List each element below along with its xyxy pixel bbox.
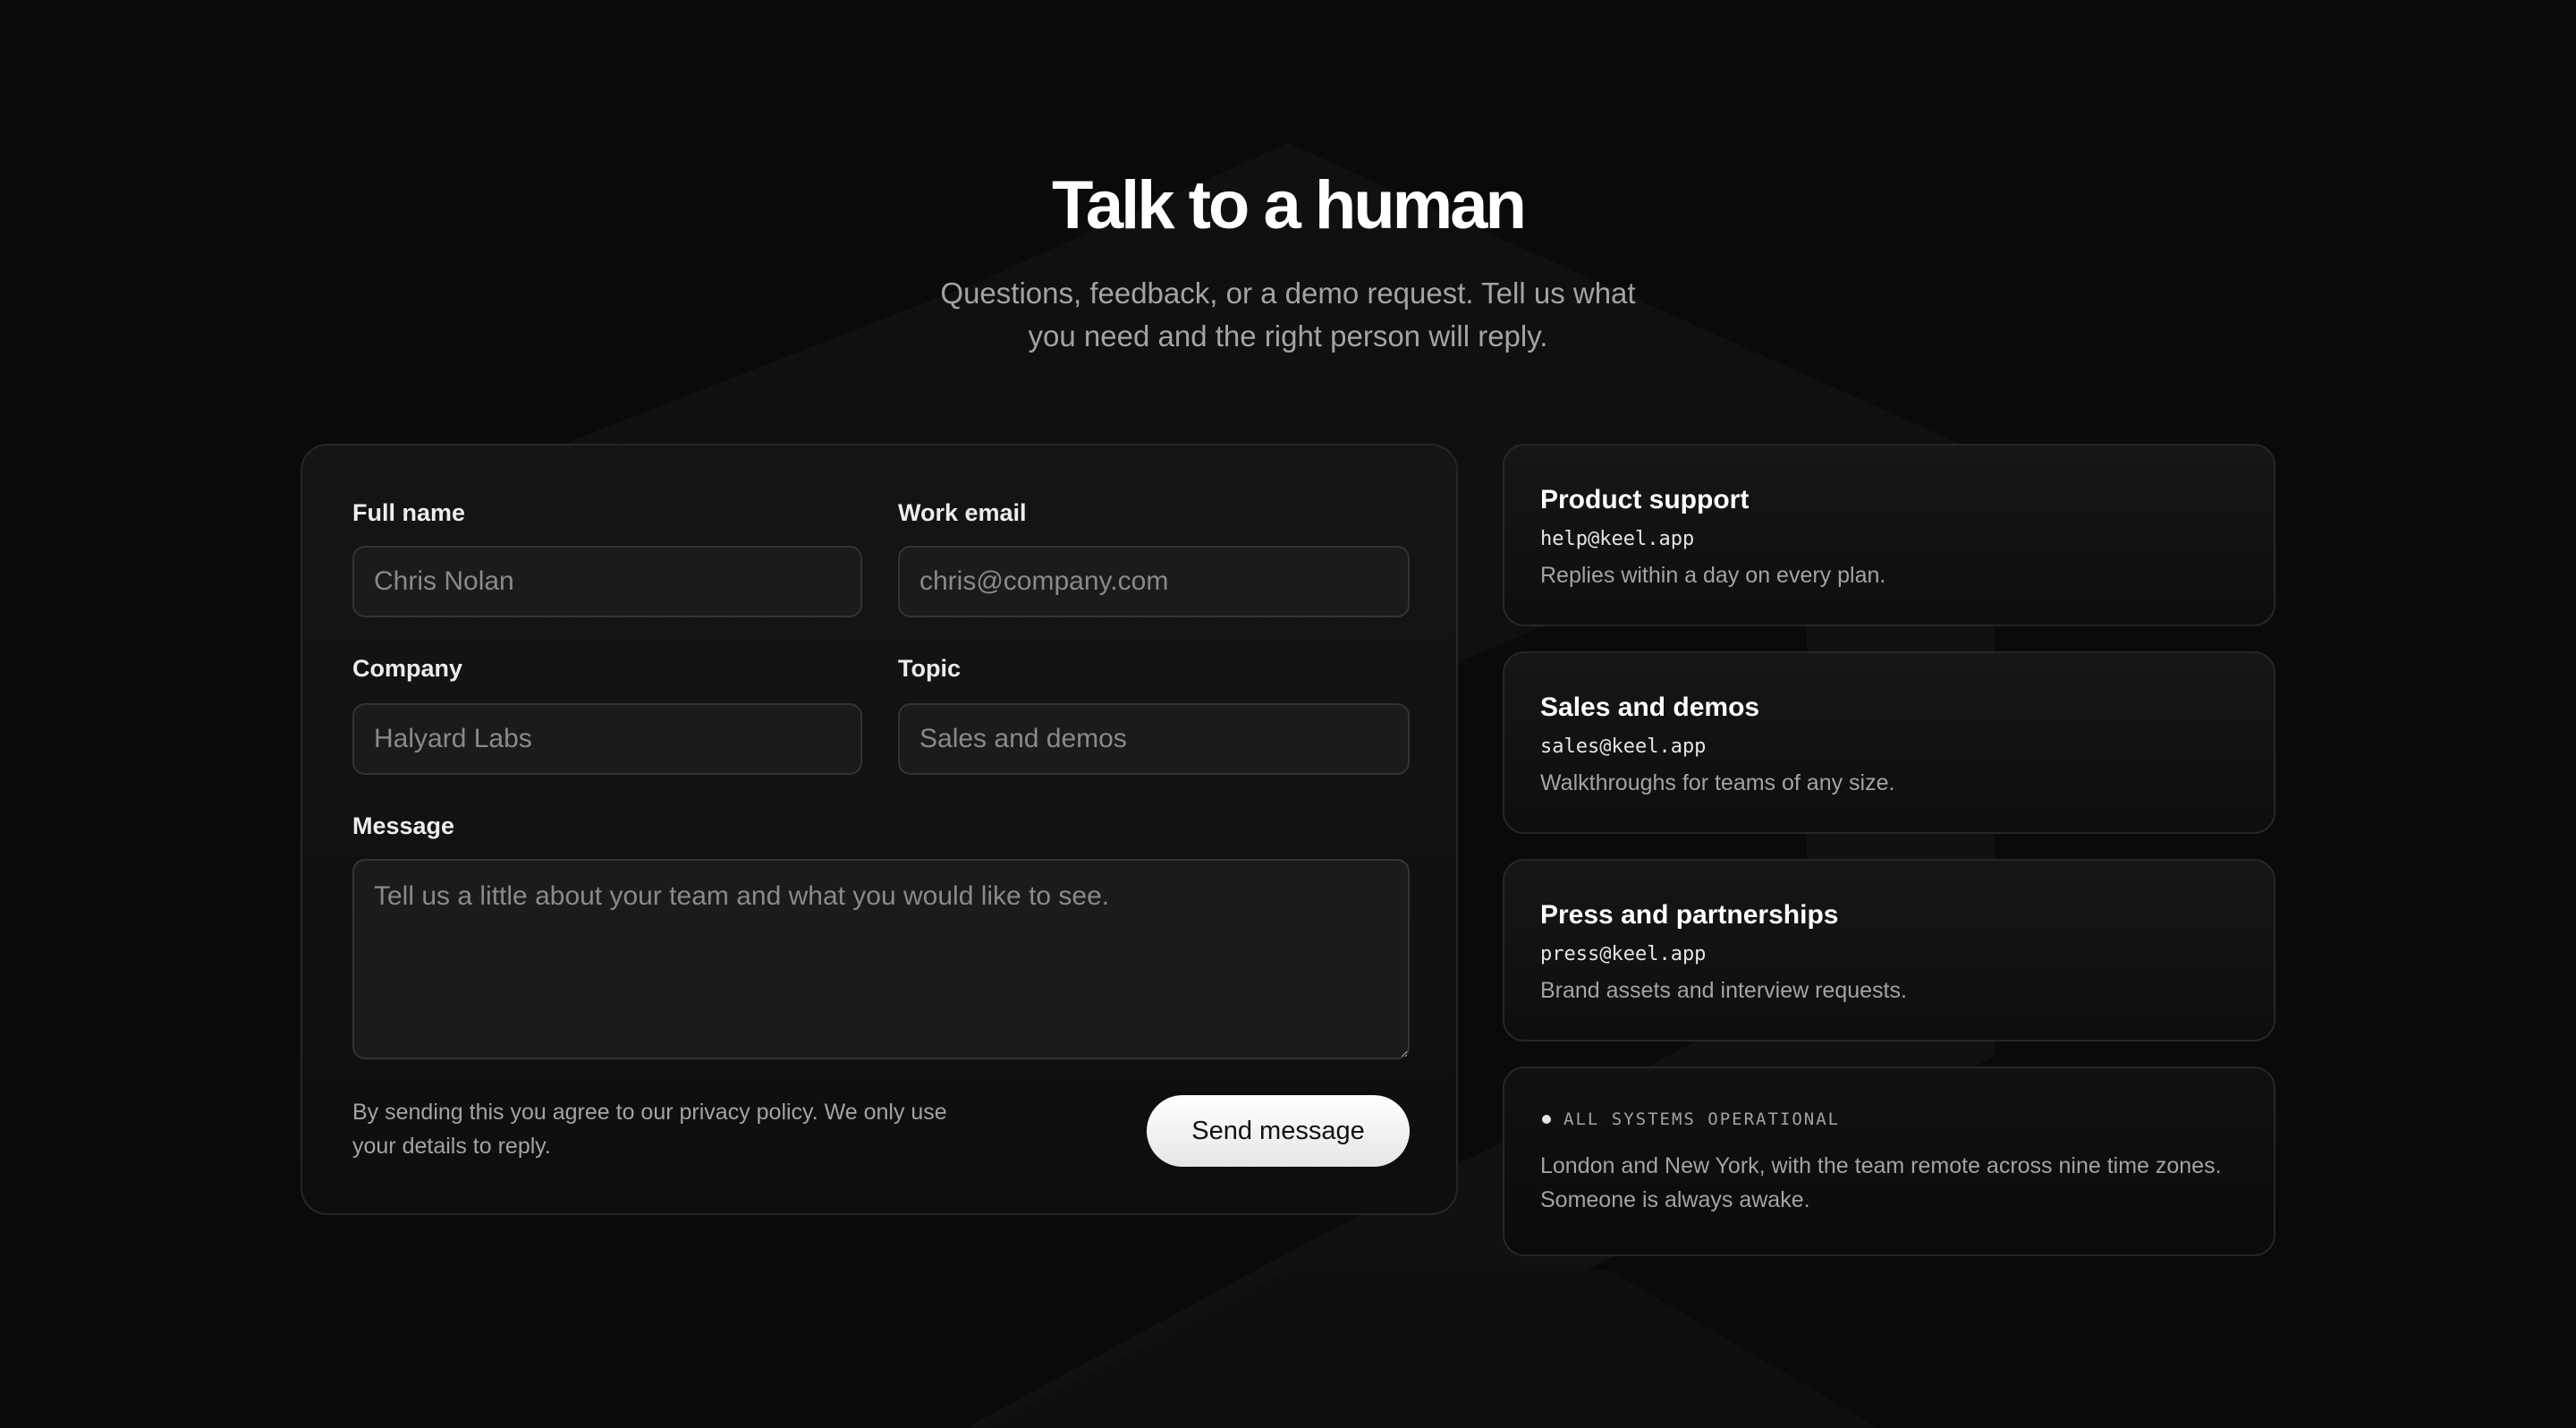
topic-input[interactable] — [898, 703, 1410, 775]
contact-card-description: Replies within a day on every plan. — [1540, 563, 1886, 588]
contact-card-title: Product support — [1540, 485, 1750, 514]
contact-page: Talk to a human Questions, feedback, or … — [0, 0, 2576, 1428]
page-title: Talk to a human — [1052, 167, 1527, 243]
status-dot-icon — [1542, 1115, 1551, 1124]
contact-email-link[interactable]: sales@keel.app — [1540, 734, 1706, 761]
contact-card-title: Press and partnerships — [1540, 900, 1839, 930]
message-textarea[interactable] — [352, 859, 1410, 1059]
contact-card-sales-demos: Sales and demos sales@keel.app Walkthrou… — [1503, 651, 2275, 834]
full-name-label: Full name — [352, 499, 466, 526]
full-name-input[interactable] — [352, 546, 862, 617]
contact-card-description: Brand assets and interview requests. — [1540, 978, 1907, 1003]
privacy-note: By sending this you agree to our privacy… — [352, 1100, 947, 1159]
contact-email-link[interactable]: help@keel.app — [1540, 526, 1694, 553]
page-content: Talk to a human Questions, feedback, or … — [0, 0, 2576, 1428]
contact-card-title: Sales and demos — [1540, 693, 1760, 722]
page-subtitle: Questions, feedback, or a demo request. … — [940, 276, 1636, 353]
status-card: ALL SYSTEMS OPERATIONAL London and New Y… — [1503, 1067, 2275, 1256]
status-text: London and New York, with the team remot… — [1540, 1153, 2222, 1212]
topic-label: Topic — [898, 655, 961, 682]
work-email-label: Work email — [898, 499, 1027, 526]
contact-email-link[interactable]: press@keel.app — [1540, 941, 1706, 968]
message-label: Message — [352, 812, 455, 839]
company-label: Company — [352, 655, 463, 682]
company-input[interactable] — [352, 703, 862, 775]
work-email-input[interactable] — [898, 546, 1410, 617]
contact-form: Full name Work email Company Topic Messa… — [301, 444, 1458, 1215]
contact-card-description: Walkthroughs for teams of any size. — [1540, 770, 1895, 795]
contact-card-press-partnerships: Press and partnerships press@keel.app Br… — [1503, 859, 2275, 1041]
status-label: ALL SYSTEMS OPERATIONAL — [1563, 1109, 1841, 1129]
send-message-button[interactable]: Send message — [1147, 1095, 1410, 1167]
contact-card-product-support: Product support help@keel.app Replies wi… — [1503, 444, 2275, 626]
